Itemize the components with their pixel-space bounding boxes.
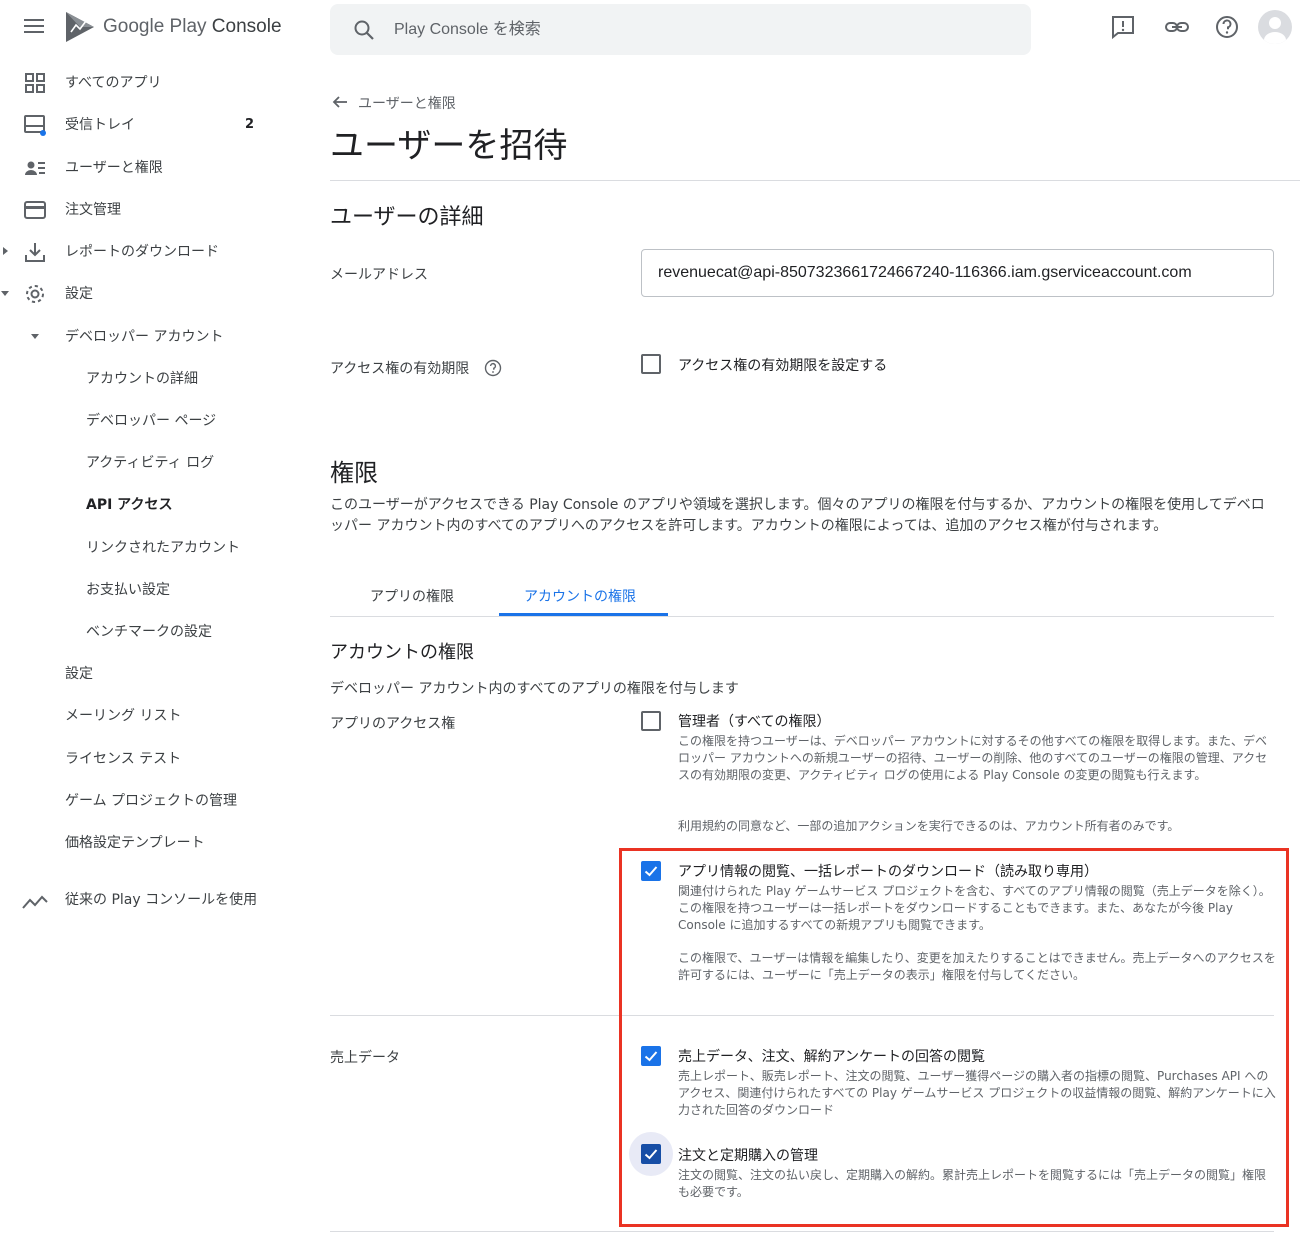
page-title: ユーザーを招待 — [330, 126, 568, 166]
sidebar-item-inbox[interactable]: 受信トレイ 2 — [0, 104, 290, 144]
financial-data-label: 売上データ — [330, 1050, 400, 1066]
permissions-heading: 権限 — [330, 459, 378, 487]
sidebar-item-pricing-templates[interactable]: 価格設定テンプレート — [0, 822, 290, 862]
email-field[interactable] — [641, 249, 1274, 297]
admin-note: 利用規約の同意など、一部の追加アクションを実行できるのは、アカウント所有者のみで… — [678, 819, 1180, 833]
sidebar-item-label: メーリング リスト — [65, 708, 182, 724]
tabs-divider — [330, 616, 1274, 617]
inbox-count-badge: 2 — [245, 116, 255, 132]
app-access-label: アプリのアクセス権 — [330, 716, 456, 732]
trending-icon — [22, 895, 48, 909]
credit-card-icon — [24, 201, 46, 219]
inbox-icon — [24, 115, 46, 136]
sidebar-item-account-details[interactable]: アカウントの詳細 — [0, 358, 290, 398]
grid-icon — [25, 73, 45, 93]
search-bar[interactable] — [330, 4, 1031, 55]
user-silhouette-icon — [1264, 17, 1286, 44]
user-details-heading: ユーザーの詳細 — [330, 205, 484, 230]
users-icon — [25, 161, 45, 175]
divider — [330, 180, 1300, 181]
sidebar-item-label: レポートのダウンロード — [65, 244, 219, 260]
back-arrow-icon[interactable] — [331, 94, 349, 110]
tab-app-permissions[interactable]: アプリの権限 — [370, 586, 454, 606]
sidebar-item-label: デベロッパー アカウント — [65, 329, 224, 345]
search-icon — [354, 20, 374, 40]
search-input[interactable] — [394, 4, 994, 55]
menu-icon[interactable] — [24, 19, 44, 35]
sidebar-item-payments-settings[interactable]: お支払い設定 — [0, 569, 290, 609]
sidebar-item-label: お支払い設定 — [86, 582, 170, 598]
sidebar-item-label: デベロッパー ページ — [86, 413, 217, 429]
sidebar-item-download-reports[interactable]: レポートのダウンロード — [0, 231, 290, 271]
expiry-checkbox[interactable] — [641, 354, 661, 374]
permissions-intro: このユーザーがアクセスできる Play Console のアプリや領域を選択しま… — [330, 497, 1265, 534]
sidebar-item-order-management[interactable]: 注文管理 — [0, 189, 290, 229]
sidebar-item-developer-account[interactable]: デベロッパー アカウント — [0, 316, 290, 356]
admin-label[interactable]: 管理者（すべての権限） — [678, 711, 830, 731]
sidebar-item-settings[interactable]: 設定 — [0, 273, 290, 313]
sidebar-item-label: リンクされたアカウント — [86, 540, 240, 556]
email-input[interactable] — [642, 250, 1273, 296]
sidebar-item-label: 注文管理 — [65, 202, 121, 218]
sidebar-item-all-apps[interactable]: すべてのアプリ — [0, 62, 290, 102]
bottom-divider — [330, 1231, 1274, 1232]
gear-icon — [26, 285, 44, 303]
link-icon[interactable] — [1164, 14, 1190, 40]
sidebar-item-game-projects[interactable]: ゲーム プロジェクトの管理 — [0, 780, 290, 820]
sidebar-item-users-permissions[interactable]: ユーザーと権限 — [0, 147, 290, 187]
sidebar-item-legacy-console[interactable]: 従来の Play コンソールを使用 — [65, 890, 265, 911]
brand-console: Console — [211, 16, 282, 37]
sidebar-item-label: API アクセス — [86, 497, 173, 513]
email-label: メールアドレス — [330, 267, 428, 283]
expiry-label: アクセス権の有効期限 — [330, 361, 470, 377]
sidebar-item-settings-general[interactable]: 設定 — [0, 653, 290, 693]
expand-caret-icon[interactable] — [3, 247, 8, 255]
sidebar-item-label: ライセンス テスト — [65, 751, 182, 767]
sidebar-item-label: 設定 — [65, 286, 93, 302]
sidebar-item-label: ベンチマークの設定 — [86, 624, 212, 640]
sidebar-item-label: ゲーム プロジェクトの管理 — [65, 793, 238, 809]
collapse-caret-icon[interactable] — [1, 291, 9, 296]
account-permissions-desc: デベロッパー アカウント内のすべてのアプリの権限を付与します — [330, 681, 739, 697]
collapse-caret-icon[interactable] — [31, 334, 39, 339]
help-icon[interactable] — [1214, 14, 1240, 40]
play-console-logo — [66, 12, 94, 42]
expiry-checkbox-label[interactable]: アクセス権の有効期限を設定する — [678, 355, 887, 375]
download-icon — [25, 243, 45, 262]
sidebar-item-license-testing[interactable]: ライセンス テスト — [0, 738, 290, 778]
sidebar-item-mailing-lists[interactable]: メーリング リスト — [0, 695, 290, 735]
sidebar-item-benchmark-settings[interactable]: ベンチマークの設定 — [0, 611, 290, 651]
sidebar-item-label: 受信トレイ — [65, 117, 135, 133]
sidebar-item-api-access[interactable]: API アクセス — [0, 484, 290, 524]
highlight-box — [619, 848, 1289, 1227]
sidebar-item-label: アカウントの詳細 — [86, 371, 198, 387]
feedback-icon[interactable] — [1110, 14, 1136, 40]
breadcrumb[interactable]: ユーザーと権限 — [358, 93, 456, 113]
admin-checkbox[interactable] — [641, 711, 661, 731]
sidebar-item-label: ユーザーと権限 — [65, 160, 163, 176]
sidebar-item-label: アクティビティ ログ — [86, 455, 215, 471]
sidebar-item-linked-accounts[interactable]: リンクされたアカウント — [0, 527, 290, 567]
sidebar-item-label: すべてのアプリ — [65, 75, 162, 91]
sidebar-item-developer-page[interactable]: デベロッパー ページ — [0, 400, 290, 440]
sidebar-item-label: 価格設定テンプレート — [65, 835, 205, 851]
help-icon[interactable] — [484, 359, 502, 377]
avatar[interactable] — [1258, 10, 1292, 44]
tab-account-permissions[interactable]: アカウントの権限 — [524, 586, 636, 606]
brand-google: Google Play — [103, 16, 207, 37]
sidebar-item-label: 設定 — [65, 666, 93, 682]
account-permissions-heading: アカウントの権限 — [330, 642, 474, 663]
brand-title[interactable]: Google Play Console — [103, 16, 282, 38]
admin-desc: この権限を持つユーザーは、デベロッパー アカウントに対するその他すべての権限を取… — [678, 734, 1268, 782]
sidebar-item-activity-log[interactable]: アクティビティ ログ — [0, 442, 290, 482]
